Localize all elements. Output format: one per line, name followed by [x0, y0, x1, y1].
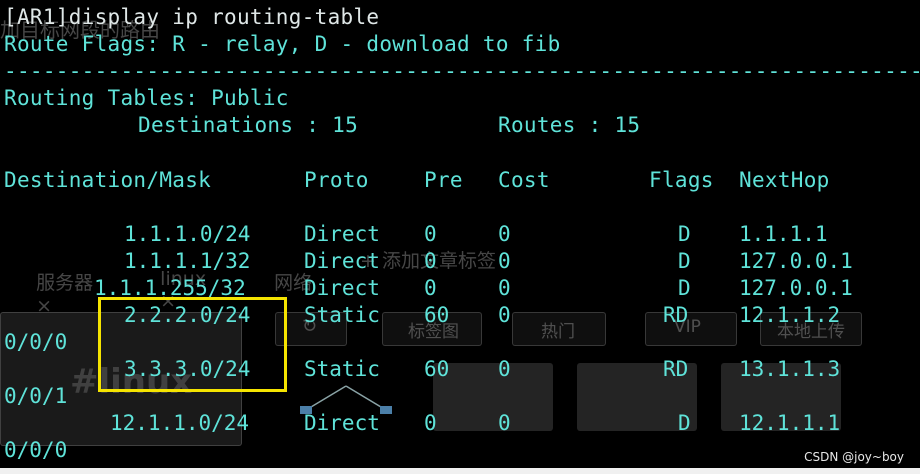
route-proto: Static: [304, 357, 380, 381]
route-proto: Static: [304, 303, 380, 327]
route-cost: 0: [498, 249, 511, 273]
routes-count: Routes : 15: [498, 113, 641, 137]
route-flags: D: [678, 411, 691, 435]
route-cost: 0: [498, 303, 511, 327]
routing-tables-line: Routing Tables: Public: [4, 86, 289, 110]
route-cost: 0: [498, 222, 511, 246]
route-pre: 0: [424, 222, 437, 246]
route-pre: 60: [424, 357, 450, 381]
route-dest: 12.1.1.0/24: [110, 411, 250, 435]
header-cost: Cost: [498, 168, 550, 192]
route-pre: 0: [424, 411, 437, 435]
route-nexthop: 13.1.1.3: [739, 357, 841, 381]
route-proto: Direct: [304, 411, 380, 435]
route-interface: 0/0/1: [4, 384, 68, 408]
route-nexthop: 12.1.1.1: [739, 411, 841, 435]
route-pre: 60: [424, 303, 450, 327]
route-nexthop: 12.1.1.2: [739, 303, 841, 327]
destinations-count: Destinations : 15: [138, 113, 359, 137]
static-routes-highlight-box: [98, 297, 287, 392]
header-nexthop: NextHop: [739, 168, 830, 192]
tag-server-label: 服务器: [36, 272, 94, 294]
route-cost: 0: [498, 276, 511, 300]
csdn-watermark: CSDN @joy~boy: [804, 450, 904, 464]
route-interface: 0/0/0: [4, 438, 68, 462]
route-cost: 0: [498, 357, 511, 381]
header-pre: Pre: [424, 168, 463, 192]
route-flags-line: Route Flags: R - relay, D - download to …: [4, 32, 561, 56]
header-proto: Proto: [304, 168, 369, 192]
route-flags: D: [678, 276, 691, 300]
route-flags: D: [678, 249, 691, 273]
route-flags: RD: [663, 357, 689, 381]
route-proto: Direct: [304, 249, 380, 273]
command-line: [AR1]display ip routing-table: [4, 5, 380, 29]
route-flags: RD: [663, 303, 689, 327]
separator-line: ----------------------------------------…: [4, 59, 920, 83]
route-proto: Direct: [304, 276, 380, 300]
header-flags: Flags: [649, 168, 714, 192]
route-dest: 1.1.1.1/32: [124, 249, 251, 273]
cover-thumbnail[interactable]: [433, 363, 553, 431]
route-interface: 0/0/0: [4, 330, 68, 354]
route-pre: 0: [424, 249, 437, 273]
hot-label: 热门: [541, 322, 575, 342]
route-pre: 0: [424, 276, 437, 300]
route-dest: 1.1.1.0/24: [124, 222, 251, 246]
route-nexthop: 127.0.0.1: [739, 276, 853, 300]
route-nexthop: 127.0.0.1: [739, 249, 853, 273]
route-flags: D: [678, 222, 691, 246]
header-destination: Destination/Mask: [4, 168, 212, 192]
route-nexthop: 1.1.1.1: [739, 222, 828, 246]
bottom-divider: [0, 468, 920, 474]
route-proto: Direct: [304, 222, 380, 246]
route-cost: 0: [498, 411, 511, 435]
terminal-window: 加目标网段的路由 服务器 × linux × 网络 + 添加文章标签 #linu…: [0, 0, 920, 474]
